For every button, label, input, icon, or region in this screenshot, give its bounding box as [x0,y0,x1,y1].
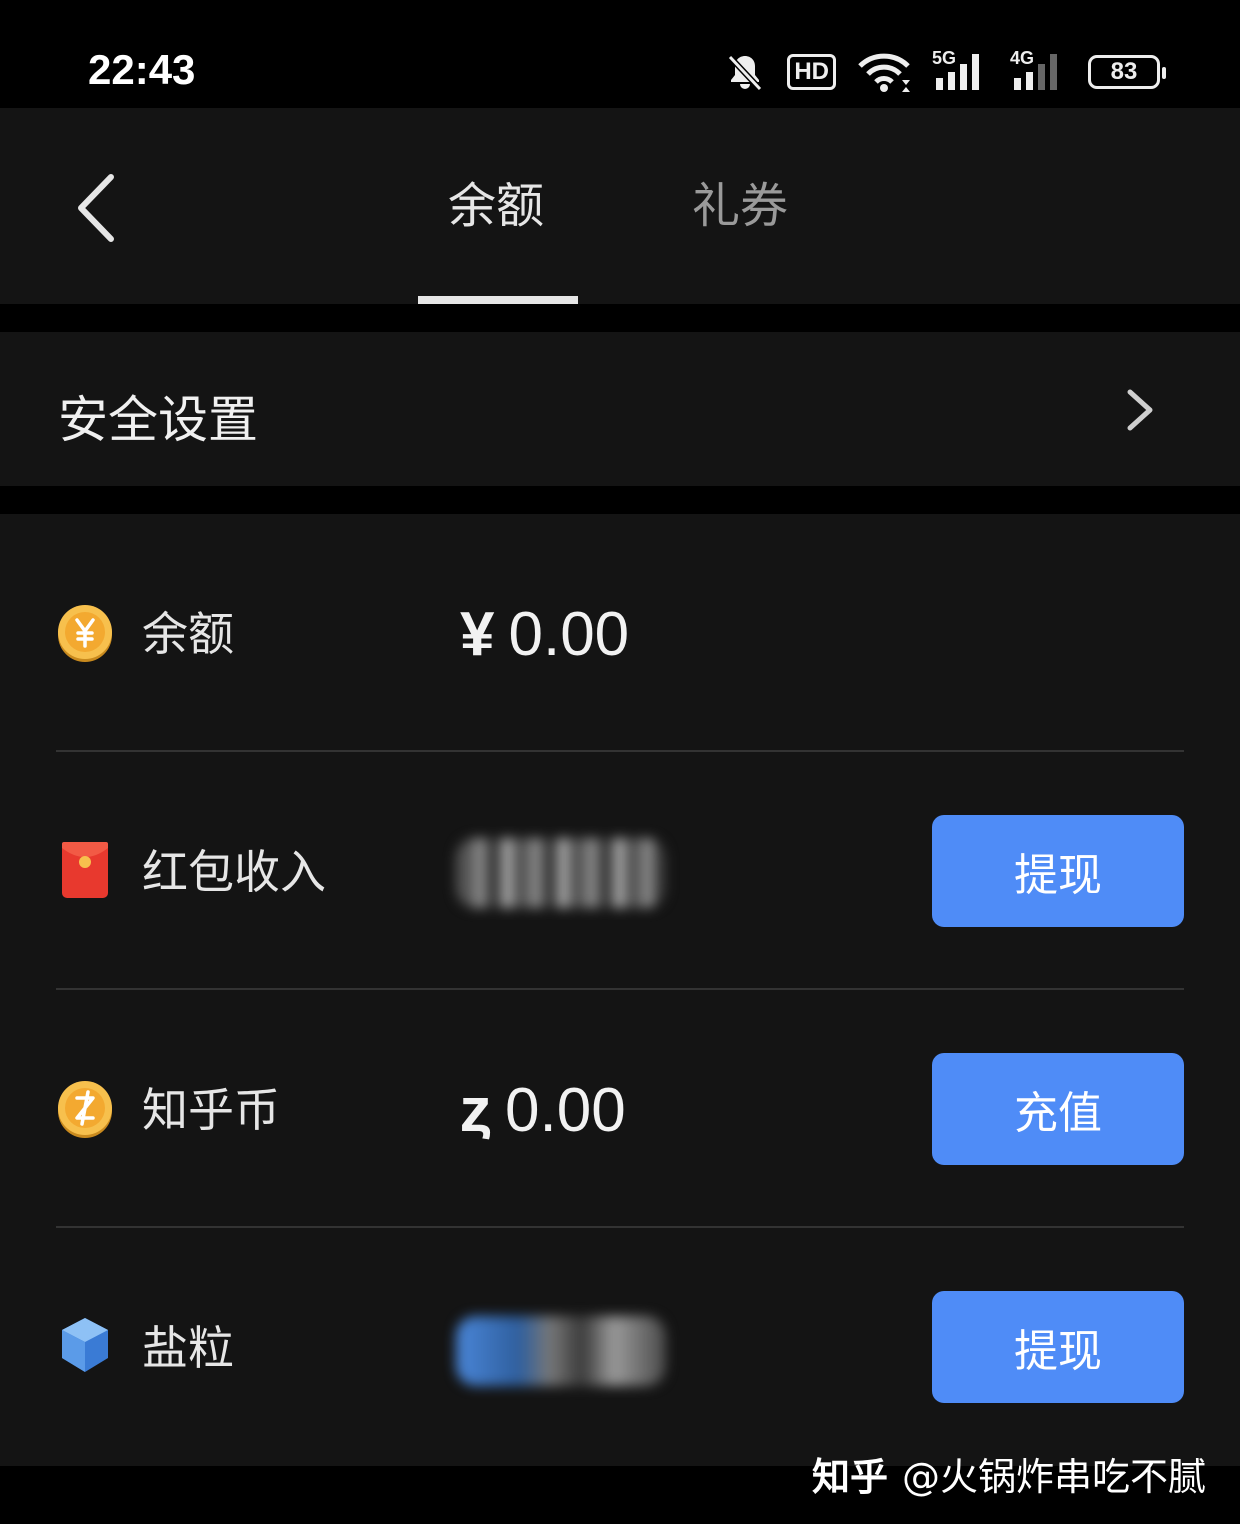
balance-value: ¥0.00 [460,600,629,670]
zhihu-coin-label: 知乎币 [142,1083,280,1137]
zhihu-coin-symbol: ȥ [460,1076,491,1145]
signal-4g-icon: 4G [1010,48,1066,92]
salt-row: 盐粒 提现 [56,1228,1184,1466]
balance-row: 余额 ¥0.00 [56,514,1184,752]
chevron-right-icon [1127,389,1153,431]
zhihu-coin-icon [58,1081,112,1138]
status-icons: HD 5G 4G 83 [725,44,1166,100]
salt-label: 盐粒 [142,1321,234,1375]
withdraw-red-envelope-button[interactable]: 提现 [932,815,1184,927]
security-settings-row[interactable]: 安全设置 [0,332,1240,486]
balance-amount: 0.00 [508,600,630,669]
tab-coupon[interactable]: 礼券 [692,176,788,236]
yuan-coin-icon [58,605,112,662]
status-time: 22:43 [88,46,196,93]
balance-label: 余额 [142,607,234,661]
tab-balance[interactable]: 余额 [448,176,544,236]
zhihu-coin-value: ȥ 0.00 [460,1076,626,1146]
battery-indicator: 83 [1088,55,1166,89]
watermark: 知乎 @火锅炸串吃不腻 [812,1446,1206,1501]
zhihu-coin-amount: 0.00 [505,1076,626,1145]
security-settings-label: 安全设置 [58,391,258,449]
withdraw-salt-button[interactable]: 提现 [932,1291,1184,1403]
wifi-icon [858,52,910,92]
yuan-symbol: ¥ [460,600,495,669]
red-envelope-value-hidden [456,838,666,908]
tab-active-indicator [418,296,578,304]
hd-badge: HD [787,54,836,90]
recharge-button[interactable]: 充值 [932,1053,1184,1165]
red-envelope-label: 红包收入 [142,845,326,899]
top-nav: 余额 礼券 [0,108,1240,304]
watermark-brand: 知乎 [811,1455,888,1499]
hd-voice-icon: HD [787,54,836,90]
salt-crystal-icon [62,1318,108,1372]
signal-5g-icon: 5G [932,48,988,92]
red-envelope-icon [62,842,108,898]
battery-icon: 83 [1088,55,1166,89]
battery-level: 83 [1110,58,1138,85]
red-envelope-row: 红包收入 提现 [56,752,1184,990]
salt-value-hidden [456,1316,666,1386]
zhihu-coin-row: 知乎币 ȥ 0.00 充值 [56,990,1184,1228]
back-button[interactable] [60,168,130,248]
watermark-handle: @火锅炸串吃不腻 [901,1455,1206,1499]
bell-muted-icon [725,52,765,92]
back-arrow-icon [78,174,114,242]
status-bar: 22:43 HD 5G 4G 83 [0,0,1240,108]
